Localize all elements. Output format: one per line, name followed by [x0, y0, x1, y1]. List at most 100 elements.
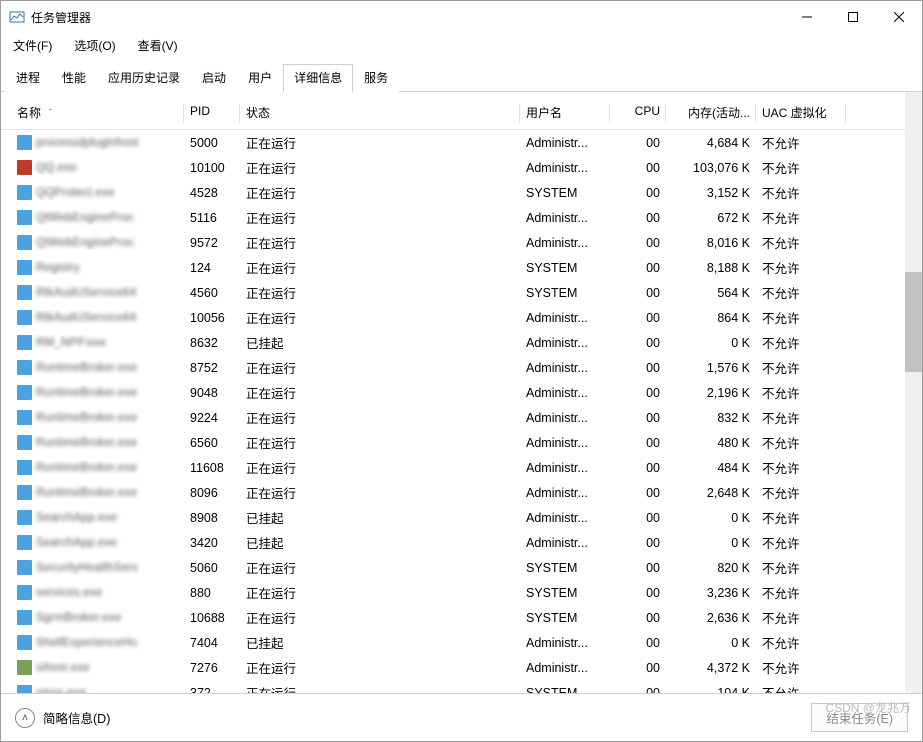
process-icon — [17, 435, 32, 450]
table-row[interactable]: RtkAudUService6410056正在运行Administr...008… — [1, 305, 905, 330]
cell-user: Administr... — [520, 211, 610, 225]
table-header[interactable]: 名称ˇ PID 状态 用户名 CPU 内存(活动... UAC 虚拟化 — [1, 100, 905, 130]
cell-user: Administr... — [520, 436, 610, 450]
content-area: 名称ˇ PID 状态 用户名 CPU 内存(活动... UAC 虚拟化 proc… — [1, 92, 922, 693]
process-icon — [17, 560, 32, 575]
col-header-pid[interactable]: PID — [184, 100, 240, 129]
table-row[interactable]: RtkAudUService644560正在运行SYSTEM00564 K不允许 — [1, 280, 905, 305]
cell-mem: 0 K — [666, 636, 756, 650]
col-header-name[interactable]: 名称ˇ — [11, 100, 184, 129]
table-row[interactable]: QtWebEngineProc9572正在运行Administr...008,0… — [1, 230, 905, 255]
cell-uac: 不允许 — [756, 558, 846, 577]
cell-status: 正在运行 — [240, 383, 520, 402]
process-name: QQ.exe — [36, 162, 77, 174]
table-row[interactable]: RuntimeBroker.exe8096正在运行Administr...002… — [1, 480, 905, 505]
cell-pid: 7404 — [184, 636, 240, 650]
process-icon — [17, 360, 32, 375]
cell-mem: 832 K — [666, 411, 756, 425]
tab-6[interactable]: 服务 — [353, 64, 399, 92]
table-row[interactable]: sihost.exe7276正在运行Administr...004,372 K不… — [1, 655, 905, 680]
minimize-button[interactable] — [784, 1, 830, 33]
tab-4[interactable]: 用户 — [237, 64, 283, 92]
cell-cpu: 00 — [610, 636, 666, 650]
process-name: RtkAudUService64 — [36, 287, 136, 299]
table-row[interactable]: RuntimeBroker.exe9224正在运行Administr...008… — [1, 405, 905, 430]
cell-uac: 不允许 — [756, 383, 846, 402]
process-icon — [17, 185, 32, 200]
cell-pid: 10056 — [184, 311, 240, 325]
cell-uac: 不允许 — [756, 608, 846, 627]
table-row[interactable]: SgrmBroker.exe10688正在运行SYSTEM002,636 K不允… — [1, 605, 905, 630]
brief-info-button[interactable]: ʌ 简略信息(D) — [15, 708, 110, 728]
col-header-status[interactable]: 状态 — [240, 100, 520, 129]
col-header-uac[interactable]: UAC 虚拟化 — [756, 100, 846, 129]
cell-user: SYSTEM — [520, 586, 610, 600]
tab-2[interactable]: 应用历史记录 — [97, 64, 191, 92]
cell-cpu: 00 — [610, 136, 666, 150]
cell-status: 正在运行 — [240, 583, 520, 602]
cell-cpu: 00 — [610, 236, 666, 250]
cell-status: 正在运行 — [240, 308, 520, 327]
menu-view[interactable]: 查看(V) — [134, 35, 182, 56]
table-row[interactable]: RuntimeBroker.exe6560正在运行Administr...004… — [1, 430, 905, 455]
menu-options[interactable]: 选项(O) — [70, 35, 119, 56]
table-row[interactable]: ShellExperienceHo7404已挂起Administr...000 … — [1, 630, 905, 655]
vertical-scrollbar[interactable] — [905, 92, 922, 693]
col-header-user[interactable]: 用户名 — [520, 100, 610, 129]
cell-uac: 不允许 — [756, 583, 846, 602]
cell-cpu: 00 — [610, 161, 666, 175]
table-row[interactable]: RuntimeBroker.exe11608正在运行Administr...00… — [1, 455, 905, 480]
table-row[interactable]: RM_NPP.exe8632已挂起Administr...000 K不允许 — [1, 330, 905, 355]
cell-mem: 2,648 K — [666, 486, 756, 500]
process-name: QQProtect.exe — [36, 187, 115, 199]
cell-user: Administr... — [520, 636, 610, 650]
close-button[interactable] — [876, 1, 922, 33]
process-icon — [17, 485, 32, 500]
tab-5[interactable]: 详细信息 — [283, 64, 353, 92]
table-row[interactable]: SearchApp.exe3420已挂起Administr...000 K不允许 — [1, 530, 905, 555]
cell-mem: 0 K — [666, 536, 756, 550]
table-row[interactable]: SecurityHealthServ5060正在运行SYSTEM00820 K不… — [1, 555, 905, 580]
table-row[interactable]: RuntimeBroker.exe9048正在运行Administr...002… — [1, 380, 905, 405]
sort-indicator-icon: ˇ — [49, 108, 52, 117]
process-icon — [17, 635, 32, 650]
cell-pid: 9224 — [184, 411, 240, 425]
table-row[interactable]: QQProtect.exe4528正在运行SYSTEM003,152 K不允许 — [1, 180, 905, 205]
table-row[interactable]: QQ.exe10100正在运行Administr...00103,076 K不允… — [1, 155, 905, 180]
end-task-button[interactable]: 结束任务(E) — [811, 703, 908, 732]
col-header-mem[interactable]: 内存(活动... — [666, 100, 756, 129]
tab-3[interactable]: 启动 — [191, 64, 237, 92]
table-row[interactable]: processdpluginhost5000正在运行Administr...00… — [1, 130, 905, 155]
cell-uac: 不允许 — [756, 258, 846, 277]
table-row[interactable]: Registry124正在运行SYSTEM008,188 K不允许 — [1, 255, 905, 280]
process-name: smss.exe — [36, 687, 86, 694]
cell-mem: 864 K — [666, 311, 756, 325]
cell-pid: 372 — [184, 686, 240, 694]
process-icon — [17, 160, 32, 175]
window-title: 任务管理器 — [31, 9, 91, 26]
cell-uac: 不允许 — [756, 658, 846, 677]
table-row[interactable]: services.exe880正在运行SYSTEM003,236 K不允许 — [1, 580, 905, 605]
cell-mem: 103,076 K — [666, 161, 756, 175]
cell-status: 已挂起 — [240, 333, 520, 352]
cell-cpu: 00 — [610, 611, 666, 625]
col-header-cpu[interactable]: CPU — [610, 100, 666, 129]
titlebar[interactable]: 任务管理器 — [1, 1, 922, 33]
cell-uac: 不允许 — [756, 308, 846, 327]
cell-status: 正在运行 — [240, 458, 520, 477]
cell-user: Administr... — [520, 136, 610, 150]
maximize-button[interactable] — [830, 1, 876, 33]
table-row[interactable]: RuntimeBroker.exe8752正在运行Administr...001… — [1, 355, 905, 380]
table-row[interactable]: QtWebEngineProc5116正在运行Administr...00672… — [1, 205, 905, 230]
cell-uac: 不允许 — [756, 208, 846, 227]
cell-user: SYSTEM — [520, 261, 610, 275]
tabs: 进程性能应用历史记录启动用户详细信息服务 — [1, 57, 922, 92]
scroll-thumb[interactable] — [905, 272, 922, 372]
menu-file[interactable]: 文件(F) — [9, 35, 56, 56]
tab-0[interactable]: 进程 — [5, 64, 51, 92]
cell-user: Administr... — [520, 486, 610, 500]
table-row[interactable]: smss.exe372正在运行SYSTEM00104 K不允许 — [1, 680, 905, 693]
menubar: 文件(F) 选项(O) 查看(V) — [1, 33, 922, 57]
tab-1[interactable]: 性能 — [51, 64, 97, 92]
table-row[interactable]: SearchApp.exe8908已挂起Administr...000 K不允许 — [1, 505, 905, 530]
